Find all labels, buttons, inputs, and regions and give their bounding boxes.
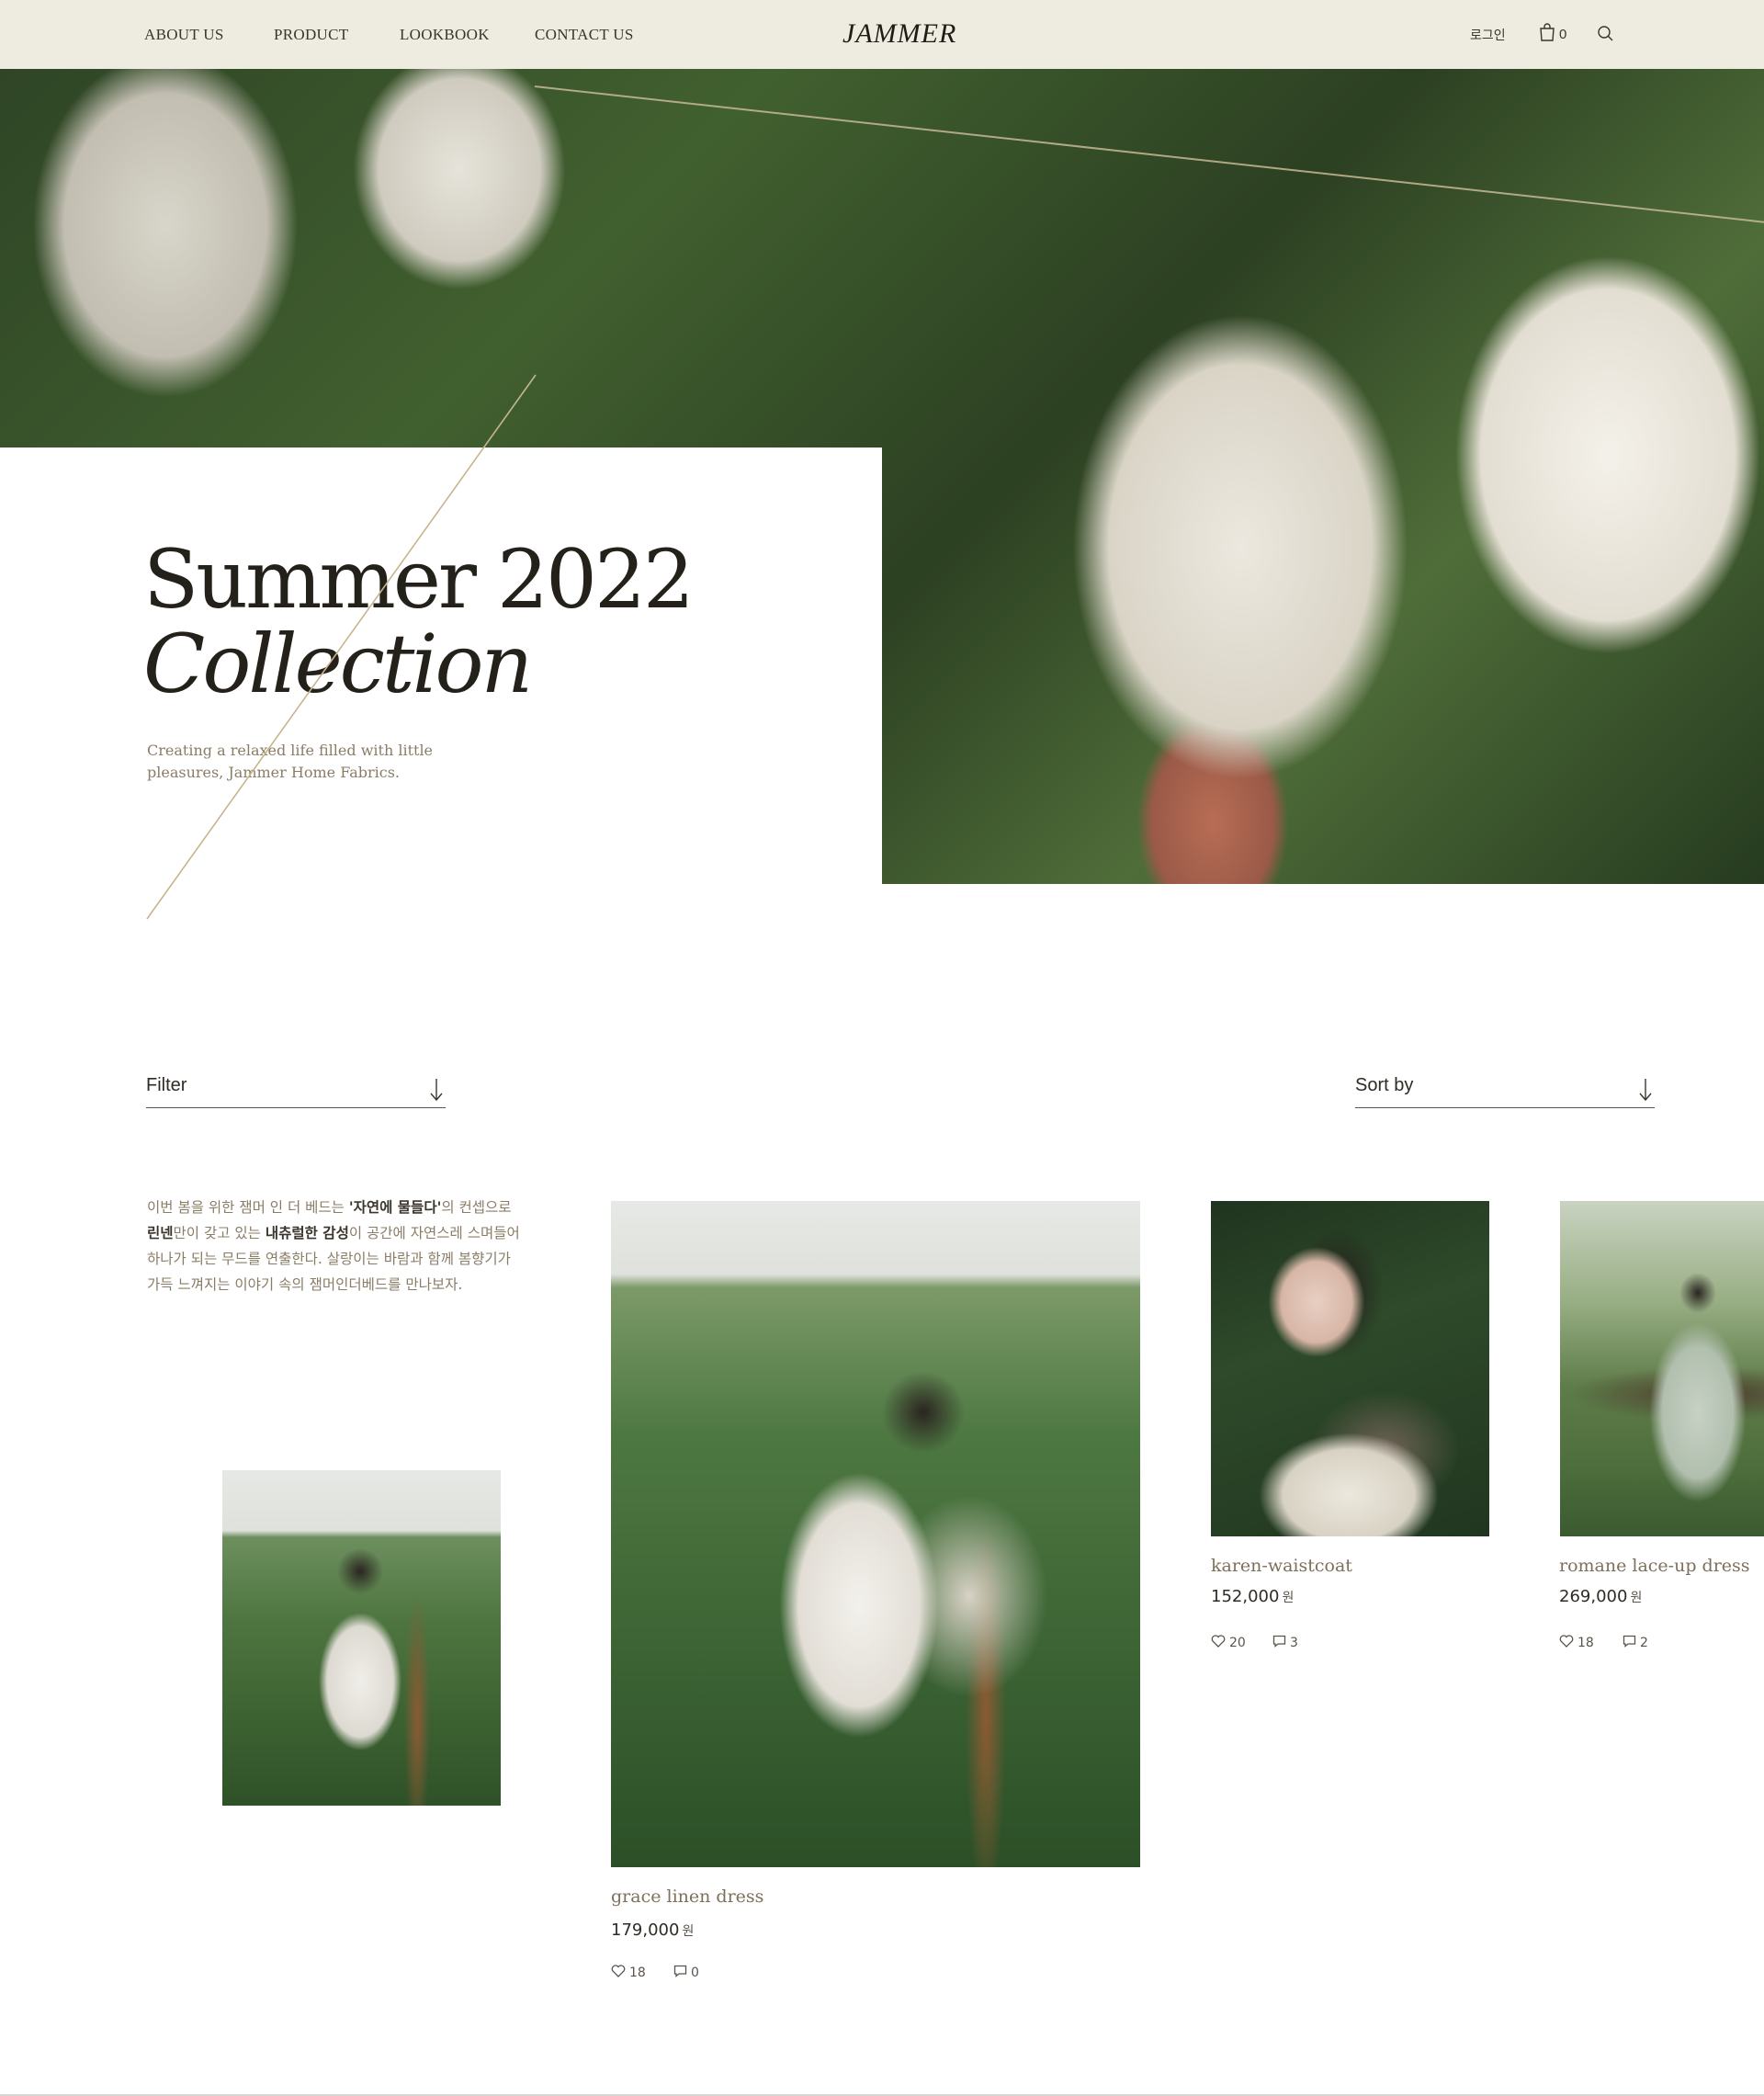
comment-count: 0 [691,1966,699,1980]
description-line: 이번 봄을 위한 잼머 인 더 베드는 '자연에 물들다'의 컨셉으로 [147,1198,512,1216]
like-count: 18 [629,1966,646,1980]
product-price: 152,000 원 [1211,1587,1295,1606]
comment-count: 2 [1640,1636,1648,1650]
hero-title-line1: Summer 2022 [143,532,695,627]
product-name[interactable]: romane lace-up dress [1559,1556,1750,1576]
heart-icon [611,1965,626,1981]
nav-about-us[interactable]: ABOUT US [144,26,224,44]
comment-icon [1623,1635,1636,1651]
hero-subtitle: Creating a relaxed life filled with litt… [147,742,434,781]
like-button[interactable]: 20 [1211,1635,1246,1651]
arrow-down-icon [429,1078,444,1106]
site-header: ABOUT US PRODUCT LOOKBOOK CONTACT US JAM… [0,0,1764,69]
like-count: 20 [1229,1636,1246,1650]
product-name[interactable]: karen-waistcoat [1211,1556,1352,1576]
product-image-romane-lace-up-dress[interactable] [1560,1201,1764,1536]
product-price: 269,000 원 [1559,1587,1643,1606]
filter-label: Filter [146,1075,187,1095]
description-line: 하나가 되는 무드를 연출한다. 살랑이는 바람과 함께 봄향기가 [147,1251,511,1267]
cart-button[interactable]: 0 [1539,22,1567,46]
like-button[interactable]: 18 [1559,1635,1594,1651]
comment-button[interactable]: 2 [1623,1635,1648,1651]
product-image-grace-linen-dress[interactable] [611,1201,1140,1867]
comment-button[interactable]: 3 [1272,1635,1298,1651]
product-price: 179,000 원 [611,1920,695,1940]
clothesline [534,85,1764,227]
login-link[interactable]: 로그인 [1470,26,1506,44]
search-icon[interactable] [1597,25,1614,47]
heart-icon [1559,1635,1574,1651]
comment-icon [1272,1635,1286,1651]
product-image-karen-waistcoat[interactable] [1211,1201,1489,1536]
like-count: 18 [1577,1636,1594,1650]
filter-dropdown[interactable]: Filter [146,1075,446,1108]
product-name[interactable]: grace linen dress [611,1886,763,1907]
like-button[interactable]: 18 [611,1965,646,1981]
description-line: 가득 느껴지는 이야기 속의 잼머인더베드를 만나보자. [147,1276,463,1293]
comment-icon [673,1965,687,1981]
collection-description: 이번 봄을 위한 잼머 인 더 베드는 '자연에 물들다'의 컨셉으로 린넨만이… [147,1195,551,1297]
shopping-bag-icon [1539,22,1555,46]
comment-button[interactable]: 0 [673,1965,699,1981]
sort-label: Sort by [1355,1075,1414,1095]
nav-contact-us[interactable]: CONTACT US [535,26,634,44]
sort-dropdown[interactable]: Sort by [1355,1075,1655,1108]
brand-logo[interactable]: JAMMER [842,18,956,50]
heart-icon [1211,1635,1226,1651]
hero-title-line2: Collection [143,617,533,711]
lookbook-photo-small [222,1470,501,1806]
nav-product[interactable]: PRODUCT [274,26,348,44]
arrow-down-icon [1638,1078,1653,1106]
cart-count: 0 [1559,26,1567,42]
nav-lookbook[interactable]: LOOKBOOK [400,26,490,44]
comment-count: 3 [1290,1636,1298,1650]
description-line: 린넨만이 갖고 있는 내츄럴한 감성이 공간에 자연스레 스며들어 [147,1224,520,1241]
